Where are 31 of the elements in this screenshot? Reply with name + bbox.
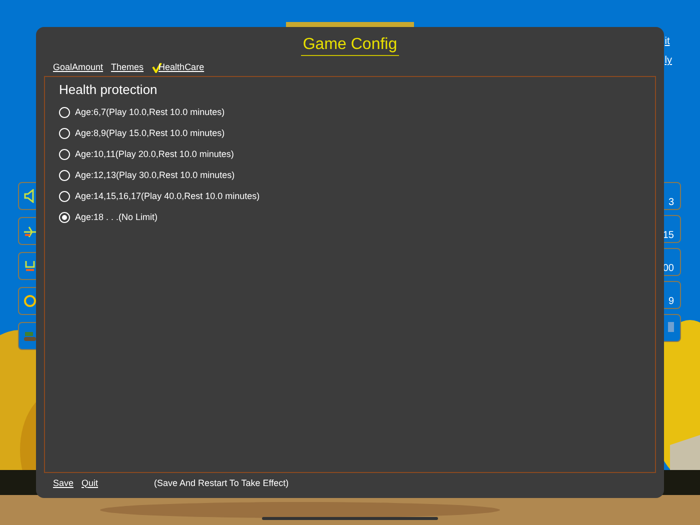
radio-button[interactable] [59,212,70,223]
radio-option[interactable]: Age:12,13(Play 30.0,Rest 10.0 minutes) [59,168,641,182]
option-label: Age:6,7(Play 10.0,Rest 10.0 minutes) [75,106,225,119]
tank-icon [23,329,37,343]
menu-link[interactable]: it [664,34,670,49]
radio-option[interactable]: Age:8,9(Play 15.0,Rest 10.0 minutes) [59,126,641,140]
footer-link[interactable]: Save [53,476,74,490]
radio-option[interactable]: Age:14,15,16,17(Play 40.0,Rest 10.0 minutes) [59,190,641,204]
menu-link[interactable]: ly [664,53,672,68]
radio-button[interactable] [59,149,70,160]
tab[interactable]: GoalAmount [53,62,104,73]
radio-button[interactable] [59,170,70,181]
radio-button[interactable] [59,107,70,118]
footer-link[interactable]: Quit [82,476,98,490]
option-label: Age:10,11(Play 20.0,Rest 10.0 minutes) [75,148,234,161]
tab[interactable]: HealthCare [152,62,204,73]
radio-option[interactable]: Age:18 . . .(No Limit) [59,210,641,224]
option-label: Age:8,9(Play 15.0,Rest 10.0 minutes) [75,126,225,140]
speaker-icon [23,189,37,203]
radio-button[interactable] [59,128,70,139]
tab[interactable]: Themes [111,62,144,73]
radio-button[interactable] [59,191,70,202]
note-text: (Save And Restart To Take Effect) [154,476,289,490]
coin-icon [23,294,37,308]
option-label: Age:14,15,16,17(Play 40.0,Rest 10.0 minutes) [75,190,260,203]
option-label: Age:18 . . .(No Limit) [75,210,158,224]
radio-option[interactable]: Age:6,7(Play 10.0,Rest 10.0 minutes) [59,106,641,120]
dialog-title: Game Config [300,35,400,56]
option-label: Age:12,13(Play 30.0,Rest 10.0 minutes) [75,168,235,182]
section-title: Health protection [59,81,158,99]
radio-option[interactable]: Age:10,11(Play 20.0,Rest 10.0 minutes) [59,148,641,162]
